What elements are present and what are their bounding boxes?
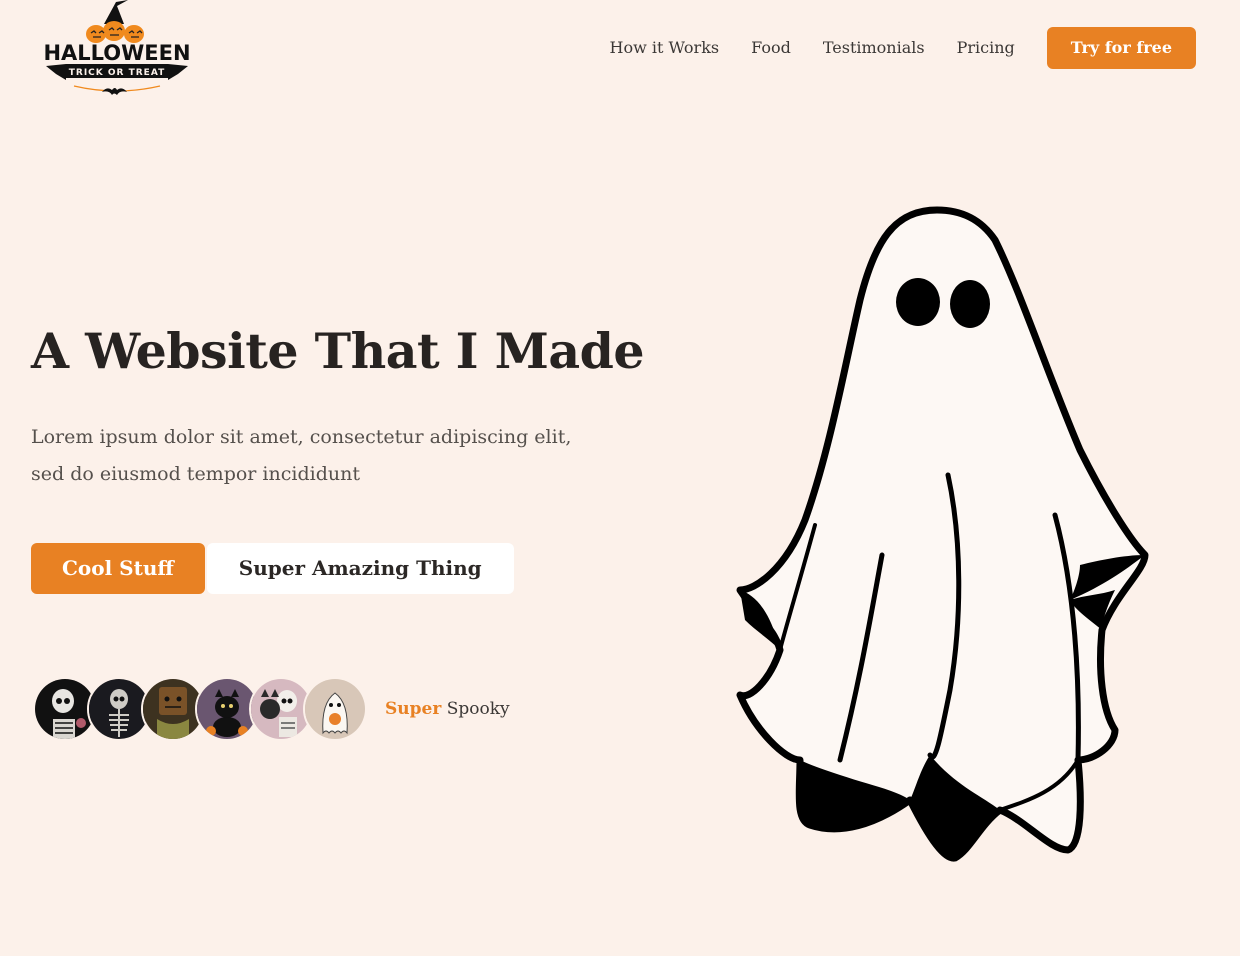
cool-stuff-button[interactable]: Cool Stuff <box>31 543 205 594</box>
main-nav: How it Works Food Testimonials Pricing T… <box>610 27 1196 69</box>
hero-description: Lorem ipsum dolor sit amet, consectetur … <box>31 426 572 485</box>
tagline-rest: Spooky <box>446 699 510 719</box>
nav-testimonials[interactable]: Testimonials <box>823 27 925 69</box>
nav-food[interactable]: Food <box>751 27 791 69</box>
halloween-logo[interactable]: HALLOWEEN TRICK OR TREAT <box>44 0 190 100</box>
hero-buttons: Cool Stuff Super Amazing Thing <box>31 543 514 594</box>
avatar-group: Super Spooky <box>33 677 510 741</box>
try-for-free-button[interactable]: Try for free <box>1046 27 1196 69</box>
super-amazing-thing-button[interactable]: Super Amazing Thing <box>206 543 514 594</box>
nav-pricing[interactable]: Pricing <box>957 27 1015 69</box>
svg-text:TRICK OR TREAT: TRICK OR TREAT <box>69 68 165 78</box>
nav-how-it-works[interactable]: How it Works <box>610 27 720 69</box>
avatar-tagline: Super Spooky <box>385 699 510 719</box>
svg-text:HALLOWEEN: HALLOWEEN <box>44 41 190 65</box>
ghost-avatar <box>303 677 367 741</box>
ghost-illustration <box>730 200 1160 870</box>
landing-page: HALLOWEEN TRICK OR TREAT How it Works Fo… <box>0 0 1240 956</box>
hero-title: A Website That I Made <box>31 322 645 380</box>
tagline-accent: Super <box>385 699 442 719</box>
